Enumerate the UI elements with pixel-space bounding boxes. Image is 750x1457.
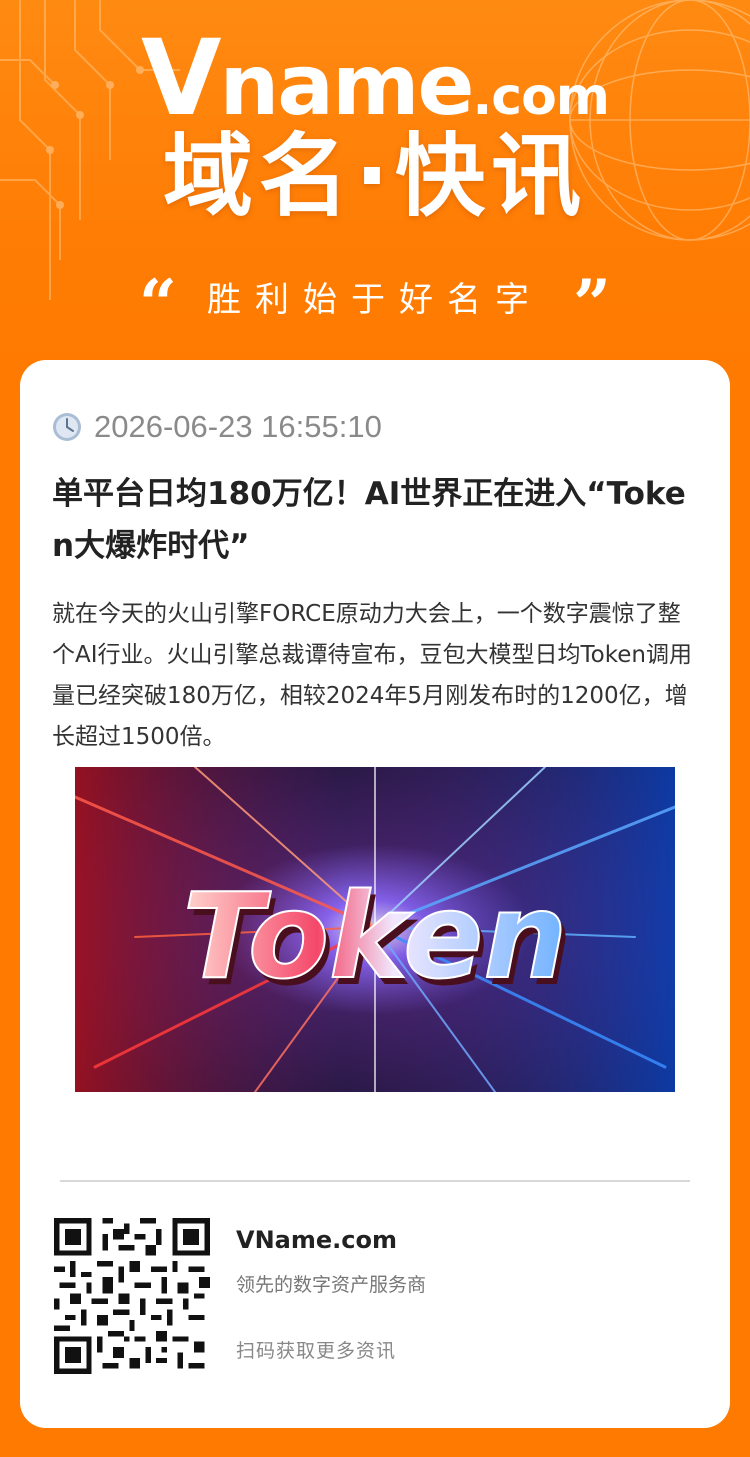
logo-name: name [219, 36, 475, 134]
clock-icon [53, 413, 81, 441]
footer-scan-hint: 扫码获取更多资讯 [236, 1340, 397, 1362]
open-quote-mark: “ [139, 265, 177, 343]
publish-date-row: 2026-06-23 16:55:10 [52, 409, 382, 444]
slogan-text: 胜利始于好名字 [207, 279, 543, 320]
banner-headline: 域名·快讯 [162, 124, 588, 229]
token-hero-image: Token Token [75, 767, 675, 1092]
footer-brand-name: VName.com [236, 1226, 397, 1254]
logo-v: V [141, 17, 221, 139]
footer-tagline: 领先的数字资产服务商 [236, 1274, 427, 1296]
hero-text: Token [183, 867, 568, 1005]
article-body: 就在今天的火山引擎FORCE原动力大会上，一个数字震惊了整个AI行业。火山引擎总… [52, 601, 692, 750]
header-banner: Vname.com 域名·快讯 “ 胜利始于好名字 ” [0, 0, 750, 380]
publish-date: 2026-06-23 16:55:10 [94, 409, 382, 444]
article-card: 2026-06-23 16:55:10 单平台日均180万亿！AI世界正在进入“… [20, 360, 730, 1428]
article-title: 单平台日均180万亿！AI世界正在进入“Token大爆炸时代” [52, 476, 686, 564]
footer-divider [60, 1180, 690, 1182]
vname-logo: Vname.com [0, 26, 750, 130]
slogan-row: “ 胜利始于好名字 ” [0, 265, 750, 343]
qr-code-icon[interactable] [54, 1218, 210, 1374]
close-quote-mark: ” [573, 265, 611, 343]
logo-dotcom: .com [472, 67, 609, 127]
